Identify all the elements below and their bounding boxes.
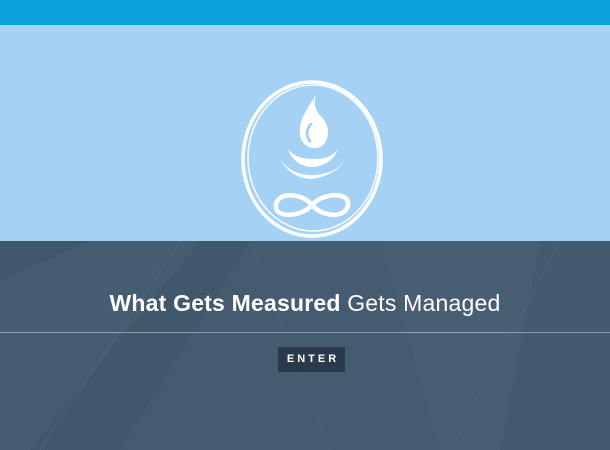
hero-banner [0, 25, 610, 241]
headline-light-text: Gets Managed [340, 290, 501, 316]
headline-strong-text: What Gets Measured [109, 290, 341, 316]
horizontal-divider [0, 332, 610, 333]
page-headline: What Gets Measured Gets Managed [0, 288, 610, 318]
top-accent-bar [0, 0, 610, 25]
water-drop-lotus-infinity-logo [240, 79, 384, 239]
logo-icon [241, 80, 383, 238]
enter-button[interactable]: ENTER [278, 347, 345, 372]
main-section: What Gets Measured Gets Managed ENTER [0, 241, 610, 450]
background-geometric-shapes [0, 241, 610, 450]
landing-page: What Gets Measured Gets Managed ENTER [0, 0, 610, 450]
